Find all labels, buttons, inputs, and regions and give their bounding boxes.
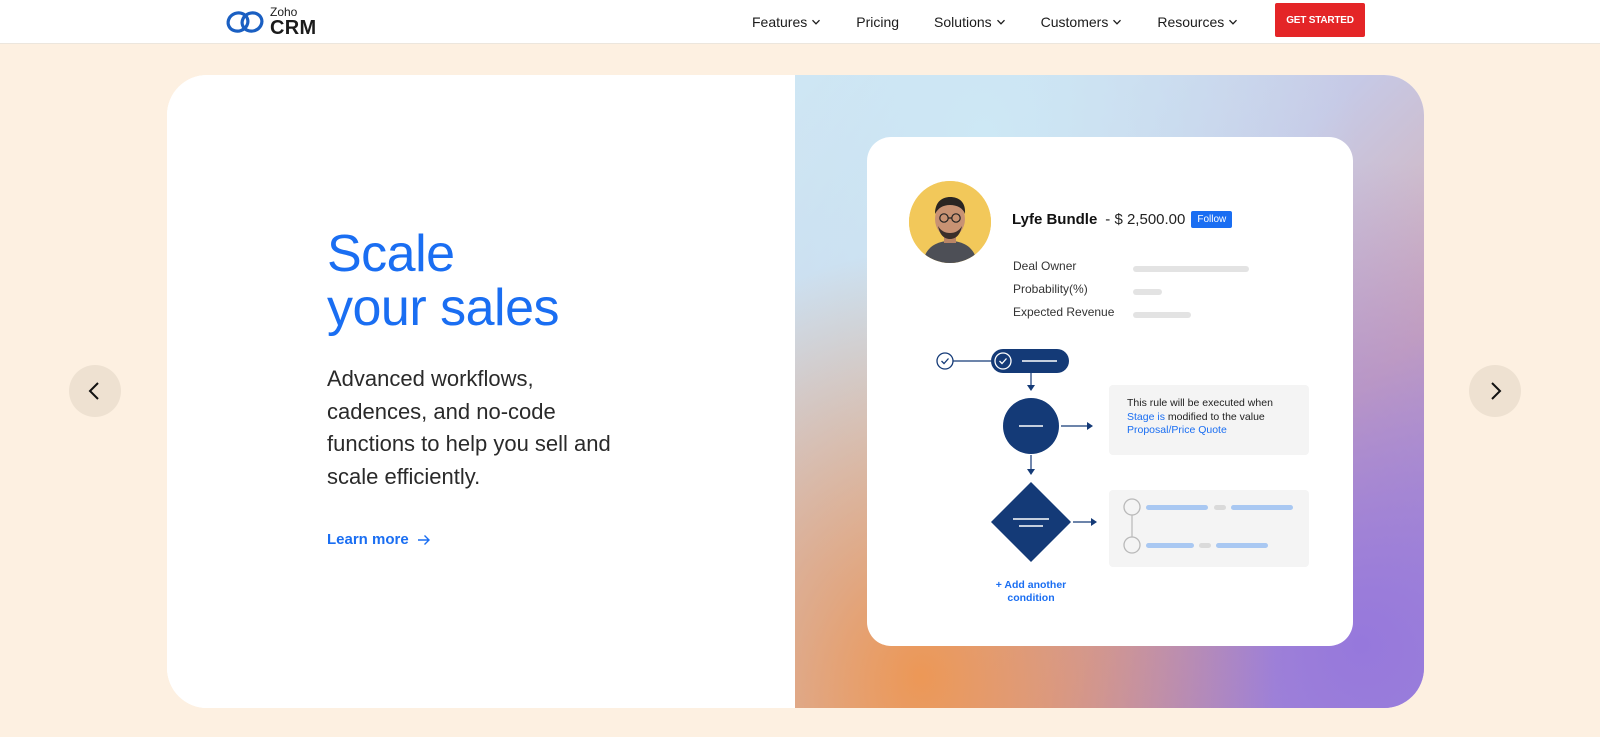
hero-headline: Scale your sales [327,225,560,337]
hero-illustration: Lyfe Bundle - $ 2,500.00 Follow Deal Own… [795,75,1424,708]
chevron-down-icon [1113,19,1122,25]
chevron-right-icon [1491,382,1502,400]
deal-workflow-panel: Lyfe Bundle - $ 2,500.00 Follow Deal Own… [867,137,1353,646]
action-node [1003,398,1059,454]
zoho-crm-logo[interactable]: Zoho CRM [225,5,316,39]
nav-label: Features [752,14,808,30]
arrow-right-icon [417,534,430,545]
rule-stage-link: Stage is [1127,410,1165,423]
nav-label: Resources [1157,14,1225,30]
learn-more-label: Learn more [327,531,409,548]
zoho-logo-icon [226,11,264,33]
rule-line-2: Stage is modified to the value [1127,411,1309,425]
nav-item-pricing[interactable]: Pricing [856,14,899,30]
condition-list-box [1109,490,1309,567]
logo-text: Zoho CRM [270,6,316,38]
main-nav: Features Pricing Solutions Customers Res… [752,0,1273,44]
nav-item-solutions[interactable]: Solutions [934,14,1006,30]
chevron-down-icon [812,19,821,25]
nav-label: Customers [1040,14,1109,30]
slider-next-button[interactable] [1469,365,1521,417]
learn-more-link[interactable]: Learn more [327,531,431,548]
completed-step-pill [991,349,1069,373]
get-started-button[interactable]: GET STARTED [1275,3,1365,37]
nav-item-features[interactable]: Features [752,14,821,30]
nav-item-customers[interactable]: Customers [1041,14,1123,30]
hero-text-panel: Scale your sales Advanced workflows, cad… [167,75,795,708]
add-condition-link[interactable]: + Add another condition [987,579,1075,605]
nav-label: Pricing [856,14,900,30]
condition-diamond [991,482,1071,562]
rule-value: Proposal/Price Quote [1127,424,1227,436]
nav-label: Solutions [934,14,992,30]
headline-line-2: your sales [327,279,560,337]
chevron-left-icon [88,382,99,400]
hero-description: Advanced workflows, cadences, and no-cod… [327,366,611,489]
condition-list-illustration [1123,498,1293,554]
rule-line-2-text: modified to the value [1164,410,1265,423]
nav-item-resources[interactable]: Resources [1157,14,1238,30]
rule-description-box: This rule will be executed when Stage is… [1109,385,1309,455]
chevron-down-icon [996,19,1005,25]
headline-line-1: Scale [327,225,455,283]
site-header: Zoho CRM Features Pricing Solutions Cust… [0,0,1600,44]
check-circle-icon [936,352,954,370]
hero-slide-card: Scale your sales Advanced workflows, cad… [167,75,1424,708]
slider-prev-button[interactable] [69,365,121,417]
logo-product: CRM [270,17,317,39]
rule-line-1: This rule will be executed when [1127,397,1273,409]
chevron-down-icon [1229,19,1238,25]
